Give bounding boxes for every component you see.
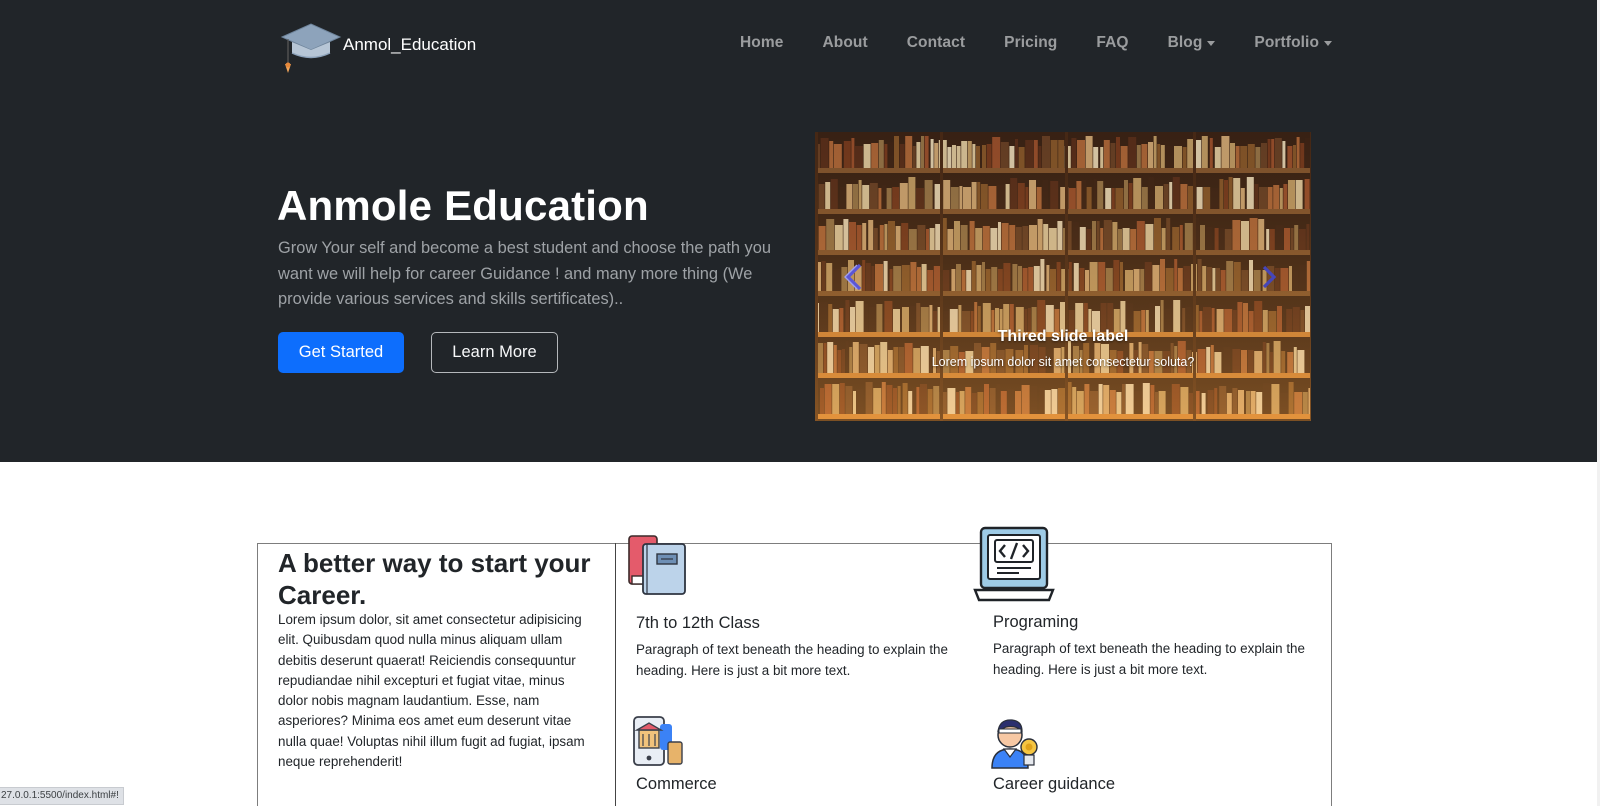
nav-home[interactable]: Home: [740, 34, 783, 52]
carousel-prev-button[interactable]: [842, 260, 866, 294]
nav-blog-label: Blog: [1167, 34, 1203, 51]
books-icon: [628, 535, 686, 595]
nav-pricing-label: Pricing: [1004, 34, 1058, 51]
feature-text-classes: Paragraph of text beneath the heading to…: [636, 642, 948, 678]
nav-contact-label: Contact: [906, 34, 966, 51]
feature-title-career-guidance: Career guidance: [993, 775, 1115, 793]
navbar: Anmol_Education Home About Contact Prici…: [0, 0, 1597, 92]
get-started-button[interactable]: Get Started: [278, 332, 404, 373]
hero-title: Anmole Education: [277, 182, 649, 229]
hero-carousel: Thired slide label Lorem ipsum dolor sit…: [815, 132, 1311, 421]
carousel-caption-text: Lorem ipsum dolor sit amet consectetur s…: [931, 355, 1195, 369]
nav-menu: Home About Contact Pricing FAQ Blog Port…: [740, 34, 1333, 52]
features-heading: A better way to start your Career.: [278, 548, 591, 610]
mobile-shop-icon: [633, 716, 683, 766]
feature-title-programing: Programing: [993, 613, 1079, 631]
feature-title-classes: 7th to 12th Class: [636, 614, 760, 632]
carousel-caption: Thired slide label Lorem ipsum dolor sit…: [815, 328, 1311, 369]
chevron-left-icon: [844, 263, 862, 291]
caret-down-icon: [1207, 40, 1216, 46]
nav-portfolio-label: Portfolio: [1254, 34, 1320, 51]
caret-down-icon: [1324, 40, 1333, 46]
nav-portfolio-dropdown[interactable]: Portfolio: [1254, 34, 1333, 52]
nav-about[interactable]: About: [822, 34, 867, 52]
status-bar-url: 27.0.0.1:5500/index.html#!: [0, 787, 124, 805]
feature-text-programing: Paragraph of text beneath the heading to…: [993, 641, 1305, 677]
feature-title-commerce: Commerce: [636, 775, 717, 793]
nav-blog-dropdown[interactable]: Blog: [1168, 34, 1216, 52]
nav-contact[interactable]: Contact: [907, 34, 965, 52]
carousel-caption-title: Thired slide label: [997, 328, 1129, 345]
chevron-right-icon: [1262, 265, 1277, 289]
nav-home-label: Home: [740, 34, 784, 51]
brand-name: Anmol_Education: [343, 35, 477, 54]
features-description: Lorem ipsum dolor, sit amet consectetur …: [278, 612, 585, 770]
nav-faq[interactable]: FAQ: [1096, 34, 1128, 52]
laptop-code-icon: [973, 526, 1055, 602]
nav-about-label: About: [822, 34, 868, 51]
nav-faq-label: FAQ: [1096, 34, 1129, 51]
graduate-trophy-icon: [991, 719, 1038, 769]
hero-description: Grow Your self and become a best student…: [278, 239, 771, 308]
features-divider: [615, 543, 616, 806]
brand-link[interactable]: Anmol_Education: [278, 20, 476, 74]
nav-pricing[interactable]: Pricing: [1004, 34, 1057, 52]
graduation-cap-icon: [280, 23, 342, 73]
bookshelf-image: [815, 132, 1311, 421]
carousel-next-button[interactable]: [1258, 260, 1282, 294]
learn-more-button[interactable]: Learn More: [431, 332, 558, 373]
